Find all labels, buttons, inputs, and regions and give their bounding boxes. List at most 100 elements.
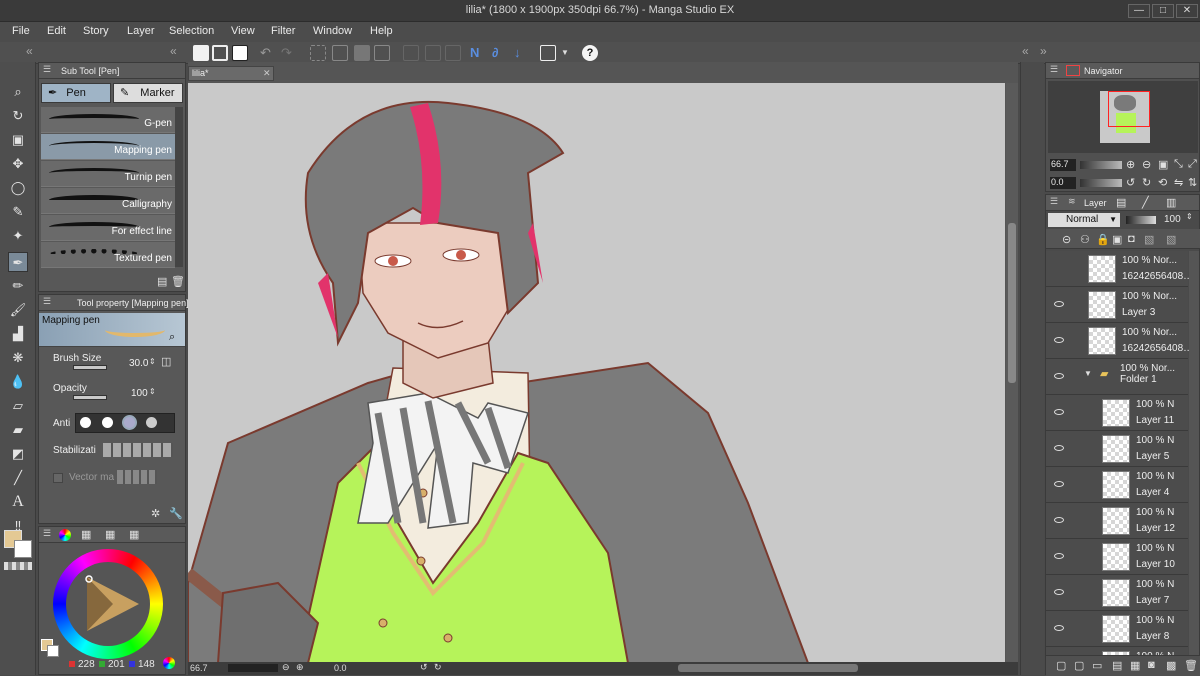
layer-property-tab-icon[interactable]: ▤ [1116, 196, 1126, 209]
help-icon[interactable]: ? [582, 45, 598, 61]
aa-none-icon[interactable] [80, 417, 91, 428]
maximize-button[interactable]: □ [1152, 4, 1174, 18]
zoom-in-icon[interactable]: ⊕ [1126, 158, 1135, 171]
new-file-icon[interactable] [193, 45, 209, 61]
ruler-icon[interactable]: ▧ [1144, 233, 1154, 246]
menu-story[interactable]: Story [83, 25, 109, 37]
move-tool-icon[interactable]: ↻ [8, 106, 28, 126]
close-button[interactable]: ✕ [1176, 4, 1198, 18]
visibility-eye-icon[interactable] [1054, 301, 1064, 307]
spinner-icon[interactable]: ⇕ [149, 387, 156, 396]
collapse-panel-icon[interactable]: « [170, 44, 177, 58]
clear-icon[interactable] [374, 45, 390, 61]
display-settings-icon[interactable] [540, 45, 556, 61]
transform-icon[interactable] [332, 45, 348, 61]
clip-icon[interactable]: ⊝ [1062, 233, 1071, 246]
visibility-eye-icon[interactable] [1054, 589, 1064, 595]
flip-icon[interactable]: ⤢ [1188, 158, 1197, 171]
lasso-tool-icon[interactable]: ◯ [8, 178, 28, 198]
visibility-eye-icon[interactable] [1054, 625, 1064, 631]
subtool-scrollbar[interactable] [175, 107, 183, 267]
figure-tool-icon[interactable]: ╱ [8, 468, 28, 488]
expand-folder-icon[interactable]: ▼ [1084, 369, 1092, 378]
navigator-preview[interactable] [1048, 81, 1198, 153]
pressure-icon[interactable]: ◫ [161, 355, 171, 368]
menu-icon[interactable]: ☰ [1050, 196, 1058, 207]
search-icon[interactable]: ⌕ [169, 331, 175, 344]
merge-icon[interactable]: ▦ [1130, 659, 1140, 672]
layer-row[interactable]: 100 % N Layer 5 [1046, 431, 1188, 467]
apply-mask-icon[interactable]: ▩ [1166, 659, 1176, 672]
minimize-button[interactable]: — [1128, 4, 1150, 18]
magic-wand-icon[interactable]: ✦ [8, 226, 28, 246]
slider-tab-icon[interactable]: ▦ [129, 528, 139, 541]
visibility-eye-icon[interactable] [1054, 553, 1064, 559]
mask-icon[interactable]: ◘ [1128, 233, 1135, 245]
gradient-icon[interactable]: ◩ [8, 444, 28, 464]
brush-textured-pen[interactable]: Textured pen [41, 242, 175, 268]
mask-add-icon[interactable]: ◙ [1148, 659, 1155, 671]
transfer-icon[interactable]: ▤ [1112, 659, 1122, 672]
menu-icon[interactable]: ☰ [1050, 64, 1058, 75]
reset-rotation-icon[interactable]: ⟲ [1158, 176, 1167, 189]
layer-row[interactable]: 100 % N Layer 11 [1046, 395, 1188, 431]
flip-horizontal-icon[interactable]: ⇋ [1174, 176, 1183, 189]
spinner-icon[interactable]: ⇕ [1186, 212, 1193, 221]
undo-icon[interactable]: ↶ [260, 45, 276, 61]
layer-row[interactable]: 100 % Nor... 16242656408… [1046, 251, 1193, 287]
layer-opacity-value[interactable]: 100 [1164, 214, 1181, 225]
ruler-snap-icon[interactable]: N [470, 45, 486, 61]
menu-icon[interactable]: ☰ [43, 528, 51, 539]
pencil-tool-icon[interactable]: ✏ [8, 276, 28, 296]
menu-edit[interactable]: Edit [47, 25, 66, 37]
vector-slider[interactable] [117, 470, 157, 484]
layer-row[interactable]: 100 % N Layer 10 [1046, 539, 1188, 575]
menu-file[interactable]: File [12, 25, 30, 37]
layer-row[interactable]: 100 % N Layer 12 [1046, 503, 1188, 539]
drawing-canvas[interactable] [188, 83, 1005, 663]
save-icon[interactable] [232, 45, 248, 61]
history-tab-icon[interactable]: ▦ [105, 528, 115, 541]
menu-window[interactable]: Window [313, 25, 352, 37]
menu-icon[interactable]: ☰ [43, 296, 51, 307]
menu-filter[interactable]: Filter [271, 25, 295, 37]
open-folder-icon[interactable] [212, 45, 228, 61]
extra-tab-icon[interactable]: ▥ [1166, 196, 1176, 209]
spinner-icon[interactable]: ⇕ [149, 357, 156, 366]
new-vector-layer-icon[interactable]: ▢ [1074, 659, 1084, 672]
menu-layer[interactable]: Layer [127, 25, 155, 37]
crop-icon[interactable] [403, 45, 419, 61]
lock-icon[interactable]: 🔒 [1096, 233, 1110, 246]
view-rectangle[interactable] [1108, 91, 1150, 127]
actual-size-icon[interactable]: ⤡ [1174, 158, 1183, 171]
pen-tab-icon[interactable]: ╱ [1142, 196, 1149, 209]
fill-icon[interactable] [354, 45, 370, 61]
pen-tool-icon[interactable]: ✒ [8, 252, 28, 272]
layer-folder-row[interactable]: ▼ ▰ 100 % Nor... Folder 1 [1046, 359, 1188, 395]
zoom-slider[interactable] [228, 664, 278, 672]
brush-size-slider[interactable] [73, 365, 107, 370]
expand-right-icon[interactable]: » [1040, 44, 1047, 58]
layer-row[interactable]: 100 % Nor... 16242656408… [1046, 323, 1193, 359]
brush-effect-line[interactable]: For effect line [41, 215, 175, 241]
navigator-rotation[interactable]: 0.0 [1050, 177, 1076, 189]
new-raster-layer-icon[interactable]: ▢ [1056, 659, 1066, 672]
brush-tool-icon[interactable]: 🖌 [8, 300, 28, 320]
transparent-color-icon[interactable] [4, 562, 32, 570]
zoom-out-icon[interactable]: ⊖ [282, 662, 290, 673]
document-tab[interactable]: lilia* ✕ [188, 66, 274, 81]
decoration-icon[interactable]: ❋ [8, 348, 28, 368]
visibility-eye-icon[interactable] [1054, 337, 1064, 343]
lock-alpha-icon[interactable]: ▣ [1112, 233, 1122, 246]
redo-icon[interactable]: ↷ [281, 45, 297, 61]
visibility-eye-icon[interactable] [1054, 445, 1064, 451]
rotate-left-icon[interactable]: ↺ [1126, 176, 1135, 189]
visibility-eye-icon[interactable] [1054, 409, 1064, 415]
menu-help[interactable]: Help [370, 25, 393, 37]
menu-view[interactable]: View [231, 25, 255, 37]
settings-icon[interactable]: ✲ [151, 507, 160, 520]
grid-snap-icon[interactable]: ↓ [514, 45, 530, 61]
visibility-eye-icon[interactable] [1054, 481, 1064, 487]
clip-icon[interactable] [425, 45, 441, 61]
layer-row[interactable]: 100 % Nor... Layer 3 [1046, 287, 1188, 323]
